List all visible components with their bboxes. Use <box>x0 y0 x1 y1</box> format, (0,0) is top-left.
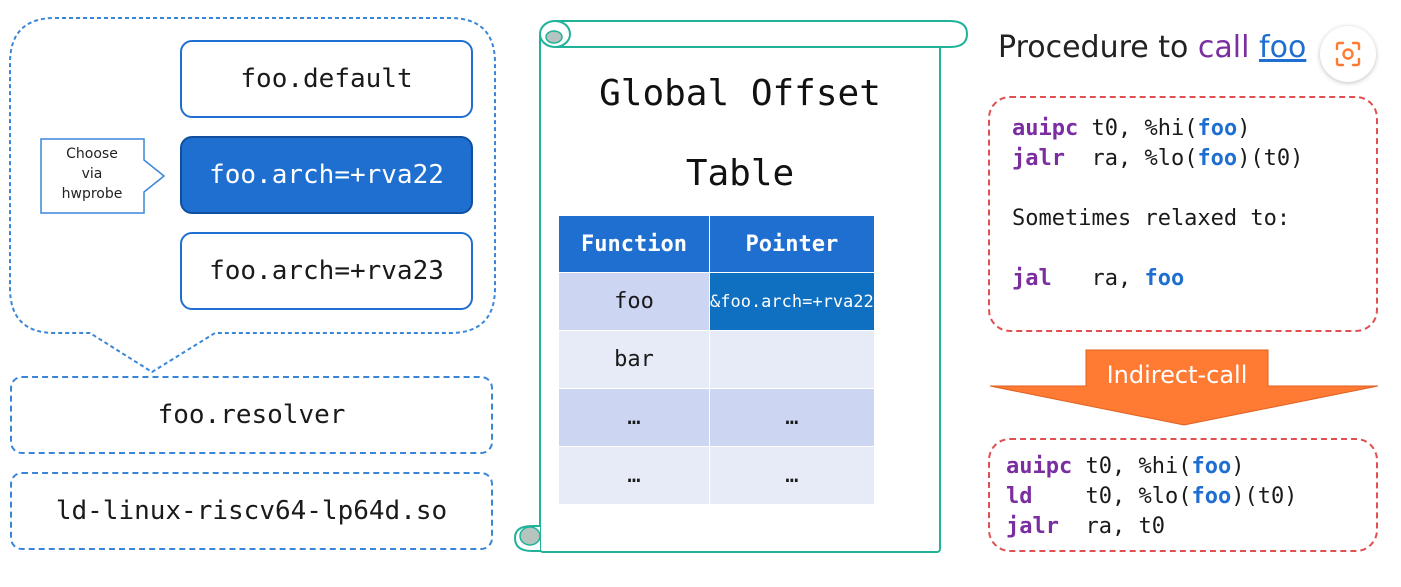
code-symbol: foo <box>1197 146 1238 171</box>
code-keyword: jal <box>1012 266 1052 291</box>
resolver-label: foo.resolver <box>157 400 346 430</box>
code-text: t0, %hi( <box>1078 116 1198 141</box>
got-title-line-1: Global Offset <box>599 73 881 114</box>
got-row: bar <box>558 330 875 389</box>
procedure-title-call: call <box>1197 30 1250 65</box>
code-line: ld t0, %lo(foo)(t0) <box>1006 482 1376 512</box>
got-cell-function: … <box>558 446 710 505</box>
variant-rva23: foo.arch=+rva23 <box>180 232 473 310</box>
code-keyword: ld <box>1006 484 1033 509</box>
variant-rva22-label: foo.arch=+rva22 <box>209 160 444 190</box>
got-header-pointer: Pointer <box>709 215 875 273</box>
loader-label: ld-linux-riscv64-lp64d.so <box>55 496 448 526</box>
choose-line-3: hwprobe <box>61 186 123 202</box>
got-cell-pointer <box>709 330 875 389</box>
got-header-row: Function Pointer <box>558 215 875 273</box>
got-row: … … <box>558 446 875 505</box>
loader-box: ld-linux-riscv64-lp64d.so <box>10 472 493 550</box>
resolver-box: foo.resolver <box>10 376 493 454</box>
variant-rva22-selected: foo.arch=+rva22 <box>180 136 473 214</box>
code-text: )(t0) <box>1231 484 1298 509</box>
indirect-call-code: auipc t0, %hi(foo) ld t0, %lo(foo)(t0) jal… <box>1006 452 1376 542</box>
code-text: ) <box>1237 116 1251 141</box>
got-cell-pointer: … <box>709 388 875 447</box>
code-line: auipc t0, %hi(foo) <box>1012 114 1376 144</box>
code-line: jalr ra, t0 <box>1006 512 1376 542</box>
code-text: t0, %lo( <box>1032 484 1192 509</box>
got-header-function: Function <box>558 215 710 273</box>
direct-call-code: auipc t0, %hi(foo) jalr ra, %lo(foo)(t0) S… <box>1012 114 1376 294</box>
got-cell-function: … <box>558 388 710 447</box>
code-keyword: auipc <box>1012 116 1079 141</box>
code-keyword: jalr <box>1012 146 1065 171</box>
got-cell-pointer: … <box>709 446 875 505</box>
code-text: ra, %lo( <box>1064 146 1198 171</box>
code-text: ) <box>1231 454 1245 479</box>
code-line: auipc t0, %hi(foo) <box>1006 452 1376 482</box>
code-keyword: auipc <box>1006 454 1073 479</box>
procedure-title: Procedure to call foo <box>998 28 1306 68</box>
code-text: ra, t0 <box>1058 514 1165 539</box>
variant-default-label: foo.default <box>240 64 413 94</box>
lens-icon <box>1335 41 1361 67</box>
code-symbol: foo <box>1197 116 1238 141</box>
code-text: )(t0) <box>1237 146 1304 171</box>
got-row: foo &foo.arch=+rva22 <box>558 272 875 331</box>
code-keyword: jalr <box>1006 514 1059 539</box>
got-cell-function: bar <box>558 330 710 389</box>
code-symbol: foo <box>1191 484 1232 509</box>
code-text: t0, %hi( <box>1072 454 1192 479</box>
code-symbol: foo <box>1191 454 1232 479</box>
indirect-call-label: Indirect-call <box>1106 361 1248 389</box>
code-line: jalr ra, %lo(foo)(t0) <box>1012 144 1376 174</box>
code-line: jal ra, foo <box>1012 264 1376 294</box>
indirect-call-code-box: auipc t0, %hi(foo) ld t0, %lo(foo)(t0) jal… <box>988 438 1378 552</box>
procedure-title-sym[interactable]: foo <box>1259 30 1306 65</box>
got-cell-function: foo <box>558 272 710 331</box>
code-line: Sometimes relaxed to: <box>1012 204 1376 234</box>
got-cell-pointer: &foo.arch=+rva22 <box>709 272 875 331</box>
direct-call-code-box: auipc t0, %hi(foo) jalr ra, %lo(foo)(t0) S… <box>988 96 1378 332</box>
got-table: Function Pointer foo &foo.arch=+rva22 ba… <box>558 215 875 505</box>
code-symbol: foo <box>1144 266 1185 291</box>
variant-rva23-label: foo.arch=+rva23 <box>209 256 444 286</box>
choose-line-1: Choose <box>66 146 118 162</box>
lens-search-button[interactable] <box>1320 26 1376 82</box>
code-text: Sometimes relaxed to: <box>1012 206 1291 231</box>
got-title-line-2: Table <box>685 153 795 194</box>
choose-via-hwprobe-label: Choose via hwprobe <box>40 144 144 204</box>
got-row: … … <box>558 388 875 447</box>
choose-line-2: via <box>81 166 103 182</box>
code-text: ra, <box>1051 266 1145 291</box>
procedure-title-prefix: Procedure to <box>998 30 1198 65</box>
variant-default: foo.default <box>180 40 473 118</box>
